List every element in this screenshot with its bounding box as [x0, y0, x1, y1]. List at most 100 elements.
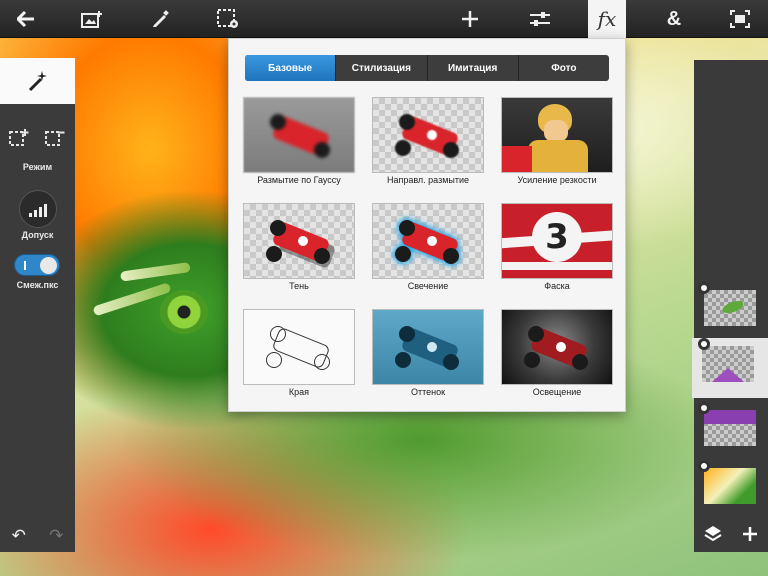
brush-icon[interactable]: [140, 0, 180, 38]
plus-icon[interactable]: [450, 0, 490, 38]
layer-visibility-dot[interactable]: [698, 282, 710, 294]
fx-effects-popover: Базовые Стилизация Имитация Фото Размыти…: [228, 38, 626, 412]
contiguous-toggle[interactable]: [14, 254, 60, 276]
fx-icon: fx: [597, 7, 617, 31]
top-toolbar: fx &: [0, 0, 768, 38]
effect-thumbnail: [243, 97, 355, 173]
signal-bar: [29, 213, 32, 217]
magic-wand-tool[interactable]: [0, 58, 75, 104]
effect-label: Оттенок: [410, 387, 446, 397]
effect-thumbnail: [501, 97, 613, 173]
selection-settings-icon[interactable]: [208, 0, 248, 38]
car-wheel: [395, 246, 411, 262]
subtract-selection-icon[interactable]: [45, 128, 65, 150]
ampersand-icon[interactable]: &: [654, 0, 694, 38]
car-wheel: [443, 248, 459, 264]
race-car-image: [393, 112, 467, 160]
effect-thumbnail: [372, 97, 484, 173]
driver-face: [544, 120, 568, 142]
car-wheel: [572, 354, 588, 370]
adjustments-icon[interactable]: [520, 0, 560, 38]
effect-label: Освещение: [532, 387, 582, 397]
effect-sharpen[interactable]: Усиление резкости: [501, 97, 613, 193]
car-nose: [502, 146, 532, 172]
layer-item[interactable]: [694, 282, 768, 342]
car-wheel: [270, 114, 286, 130]
layers-icon[interactable]: [704, 525, 722, 548]
car-wheel: [314, 248, 330, 264]
effect-label: Усиление резкости: [517, 175, 597, 185]
effect-label: Тень: [289, 281, 309, 291]
effects-grid: Размытие по Гауссу Направл. размытие Уси…: [243, 97, 613, 405]
race-car-sketch: [264, 324, 338, 372]
effect-label: Размытие по Гауссу: [257, 175, 341, 185]
back-arrow-icon[interactable]: [6, 0, 46, 38]
car-wheel: [443, 354, 459, 370]
bevel-number-disc: 3: [532, 212, 582, 262]
bevel-stripe: [502, 262, 612, 270]
driver-body: [528, 140, 588, 172]
effect-thumbnail: 3: [501, 203, 613, 279]
effect-thumbnail: [372, 203, 484, 279]
layer-visibility-dot[interactable]: [698, 338, 710, 350]
effect-thumbnail: [243, 309, 355, 385]
signal-bar: [34, 210, 37, 217]
effect-label: Края: [288, 387, 310, 397]
car-wheel: [314, 142, 330, 158]
car-wheel: [395, 140, 411, 156]
effect-label: Фаска: [544, 281, 570, 291]
layer-content: [720, 298, 746, 316]
tab-artistic[interactable]: Имитация: [428, 55, 519, 81]
add-layer-icon[interactable]: [742, 526, 758, 547]
effect-lighting[interactable]: Освещение: [501, 309, 613, 405]
undo-icon[interactable]: ↶: [12, 526, 26, 546]
effect-gaussian-blur[interactable]: Размытие по Гауссу: [243, 97, 355, 193]
car-wheel: [528, 326, 544, 342]
car-wheel: [266, 352, 282, 368]
layer-thumbnail: [704, 410, 756, 446]
fx-button[interactable]: fx: [588, 0, 626, 38]
layer-visibility-dot[interactable]: [698, 402, 710, 414]
tab-photo[interactable]: Фото: [519, 55, 609, 81]
car-wheel: [399, 326, 415, 342]
race-car-image: [264, 112, 338, 160]
layer-item[interactable]: [694, 460, 768, 520]
contiguous-label: Смеж.пкс: [16, 280, 59, 290]
layer-content: [712, 368, 744, 382]
effect-edges[interactable]: Края: [243, 309, 355, 405]
effect-thumbnail: [372, 309, 484, 385]
effect-thumbnail: [243, 203, 355, 279]
car-wheel: [399, 114, 415, 130]
tab-stylize[interactable]: Стилизация: [336, 55, 428, 81]
layer-item[interactable]: [694, 402, 768, 462]
layer-content: [704, 410, 756, 424]
redo-icon[interactable]: ↷: [49, 526, 63, 546]
tab-basic[interactable]: Базовые: [245, 55, 337, 81]
add-photo-icon[interactable]: [72, 0, 112, 38]
effect-glow[interactable]: Свечение: [372, 203, 484, 299]
layer-thumbnail: [702, 346, 754, 382]
car-wheel: [266, 246, 282, 262]
layer-visibility-dot[interactable]: [698, 460, 710, 472]
add-selection-icon[interactable]: [9, 128, 29, 150]
car-wheel: [270, 326, 286, 342]
race-car-image: [393, 324, 467, 372]
effect-bevel[interactable]: 3 Фаска: [501, 203, 613, 299]
layer-item-selected[interactable]: [692, 338, 768, 398]
toggle-knob: [40, 257, 57, 274]
layer-thumbnail: [704, 468, 756, 504]
effect-motion-blur[interactable]: Направл. размытие: [372, 97, 484, 193]
car-wheel: [443, 142, 459, 158]
crop-icon[interactable]: [720, 0, 760, 38]
effect-shadow[interactable]: Тень: [243, 203, 355, 299]
chameleon-eye: [160, 290, 208, 334]
car-wheel: [524, 352, 540, 368]
magic-wand-icon: [28, 71, 47, 92]
left-tool-panel: Режим Допуск Смеж.пкс ↶ ↷: [0, 58, 75, 552]
car-wheel: [270, 220, 286, 236]
effect-label: Свечение: [407, 281, 449, 291]
signal-bar: [39, 207, 42, 217]
effect-tint[interactable]: Оттенок: [372, 309, 484, 405]
effect-label: Направл. размытие: [386, 175, 470, 185]
tolerance-button[interactable]: [19, 190, 57, 228]
